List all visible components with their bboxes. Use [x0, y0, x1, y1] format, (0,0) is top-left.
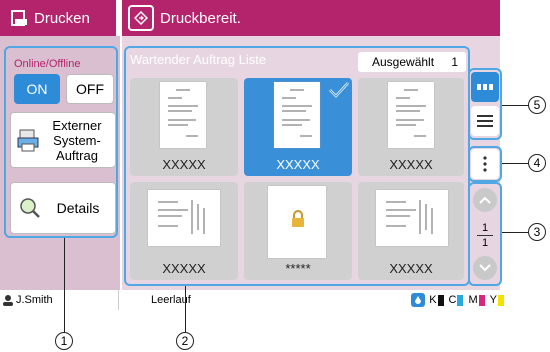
- callout-5: 5: [528, 96, 546, 114]
- ink-y-label: Y: [489, 294, 497, 306]
- vertical-dots-icon: [483, 156, 487, 172]
- job-label: XXXXX: [162, 261, 206, 276]
- callout-leader: [502, 105, 530, 106]
- online-button[interactable]: ON: [14, 74, 60, 104]
- checkmark-icon: [329, 82, 349, 98]
- print-icon: [11, 10, 27, 26]
- ink-m-level: [478, 294, 485, 306]
- ink-y-level: [498, 294, 504, 306]
- page-up-button[interactable]: [473, 188, 497, 212]
- callout-leader: [502, 163, 530, 164]
- list-view-icon: [477, 115, 493, 127]
- online-offline-label: Online/Offline: [14, 58, 81, 70]
- app-header: Drucken: [0, 0, 116, 36]
- selected-counter: Ausgewählt 1: [358, 52, 466, 72]
- job-list-title: Wartender Auftrag Liste: [130, 52, 267, 67]
- app-title: Drucken: [34, 9, 90, 27]
- ink-c-label: C: [448, 294, 457, 306]
- magnifier-icon: [20, 198, 40, 218]
- job-card[interactable]: XXXXX: [130, 182, 238, 280]
- callout-leader: [64, 238, 65, 334]
- job-card-locked[interactable]: *****: [244, 182, 352, 280]
- status-bar: Druckbereit.: [122, 0, 500, 36]
- document-thumbnail-icon: [388, 82, 434, 148]
- callout-3: 3: [528, 223, 546, 241]
- list-view-button[interactable]: [471, 106, 499, 136]
- job-card-selected[interactable]: XXXXX: [244, 78, 352, 176]
- callout-4: 4: [528, 154, 546, 172]
- footer-status-area: Leerlauf K C M Y: [118, 290, 510, 310]
- external-job-label-1: Externer: [52, 117, 102, 133]
- job-label: XXXXX: [389, 261, 433, 276]
- ink-c-level: [457, 294, 464, 306]
- job-label: XXXXX: [276, 157, 320, 172]
- job-label: XXXXX: [162, 157, 206, 172]
- lock-icon: [292, 210, 304, 227]
- status-text: Druckbereit.: [160, 9, 241, 27]
- selected-label: Ausgewählt: [372, 55, 435, 69]
- job-label: XXXXX: [389, 157, 433, 172]
- more-options-button[interactable]: [471, 149, 499, 179]
- document-thumbnail-icon: [274, 82, 320, 148]
- page-down-button[interactable]: [473, 256, 497, 280]
- details-button[interactable]: Details: [10, 182, 116, 234]
- status-icon: [128, 5, 154, 31]
- ink-icon: [411, 293, 426, 307]
- thumbnail-view-button[interactable]: [471, 72, 499, 102]
- page-indicator: 1 1: [473, 222, 497, 249]
- details-label: Details: [56, 200, 100, 216]
- external-job-button[interactable]: Externer System- Auftrag: [10, 112, 116, 168]
- chevron-down-icon: [479, 264, 491, 272]
- grid-view-icon: [477, 84, 493, 90]
- job-card[interactable]: XXXXX: [130, 78, 238, 176]
- job-label: *****: [285, 261, 311, 276]
- external-job-label-2: System-: [53, 132, 101, 148]
- document-thumbnail-icon: [376, 190, 448, 246]
- ink-k-level: [437, 294, 444, 306]
- page-total: 1: [481, 237, 489, 249]
- callout-1: 1: [55, 332, 73, 350]
- offline-button[interactable]: OFF: [66, 74, 114, 104]
- job-card[interactable]: XXXXX: [358, 78, 464, 176]
- user-name: J.Smith: [16, 294, 53, 306]
- ink-m-label: M: [468, 294, 478, 306]
- callout-leader: [185, 286, 186, 334]
- document-thumbnail-icon: [160, 82, 206, 148]
- page-current: 1: [481, 222, 489, 234]
- document-thumbnail-icon: [148, 190, 220, 246]
- callout-leader: [502, 232, 530, 233]
- external-job-label-3: Auftrag: [56, 147, 98, 163]
- chevron-up-icon: [479, 196, 491, 204]
- ink-k-label: K: [429, 294, 437, 306]
- user-icon: [3, 295, 13, 306]
- job-card[interactable]: XXXXX: [358, 182, 464, 280]
- selected-count: 1: [451, 55, 458, 69]
- callout-2: 2: [176, 332, 194, 350]
- printer-icon: [17, 129, 39, 152]
